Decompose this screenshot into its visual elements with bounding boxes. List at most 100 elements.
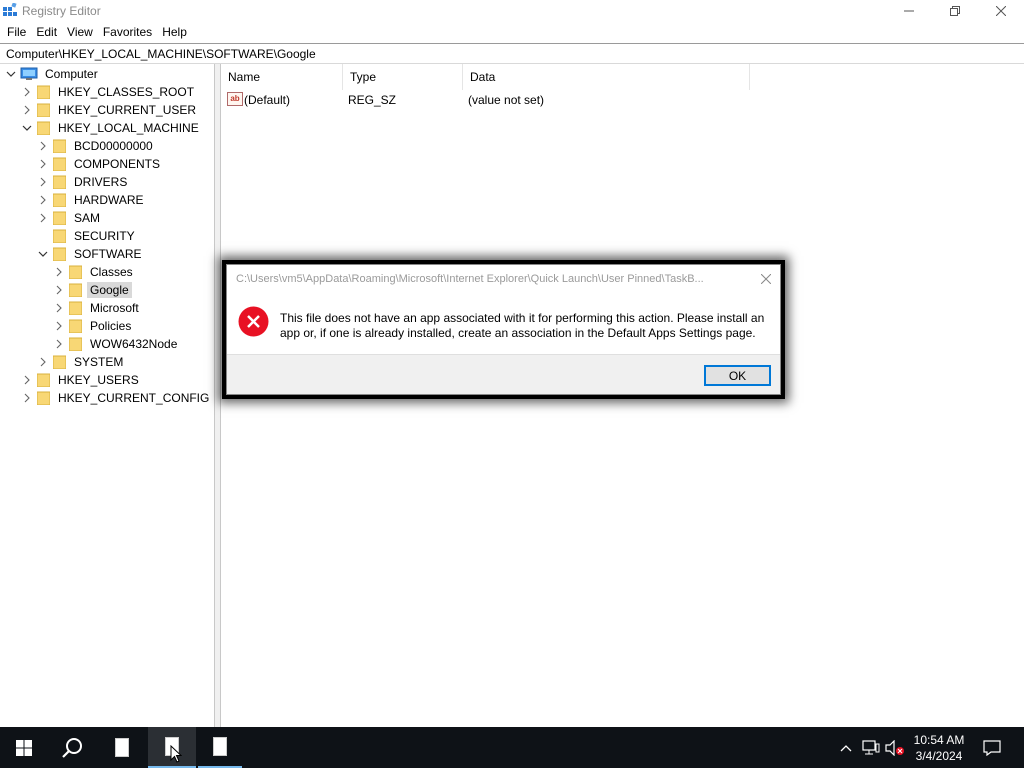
- chevron-right-icon[interactable]: [54, 267, 64, 277]
- error-dialog: C:\Users\vm5\AppData\Roaming\Microsoft\I…: [226, 264, 781, 395]
- network-button[interactable]: [860, 727, 882, 768]
- taskbar: 10:54 AM 3/4/2024: [0, 727, 1024, 768]
- menu-file[interactable]: File: [2, 22, 31, 42]
- string-value-icon: ab: [227, 92, 243, 106]
- menu-help[interactable]: Help: [157, 22, 192, 42]
- column-header-data[interactable]: Data: [463, 64, 750, 90]
- tree-item-components[interactable]: COMPONENTS: [38, 155, 163, 173]
- column-header-type[interactable]: Type: [343, 64, 463, 90]
- tree-label: SYSTEM: [74, 355, 124, 369]
- start-button[interactable]: [0, 727, 48, 768]
- chevron-right-icon[interactable]: [22, 393, 32, 403]
- chevron-right-icon[interactable]: [38, 141, 48, 151]
- tree-item-software[interactable]: SOFTWARE: [38, 245, 145, 263]
- tree-item-sam[interactable]: SAM: [38, 209, 103, 227]
- folder-icon: [53, 139, 66, 153]
- address-path[interactable]: Computer\HKEY_LOCAL_MACHINE\SOFTWARE\Goo…: [6, 47, 316, 61]
- search-button[interactable]: [48, 727, 96, 768]
- clock[interactable]: 10:54 AM 3/4/2024: [906, 732, 972, 764]
- folder-icon: [37, 391, 50, 405]
- tree-item-hkey-current-user[interactable]: HKEY_CURRENT_USER: [22, 101, 199, 119]
- folder-icon: [69, 301, 82, 315]
- chevron-right-icon[interactable]: [22, 105, 32, 115]
- folder-icon: [37, 373, 50, 387]
- chevron-right-icon[interactable]: [22, 375, 32, 385]
- tree-label: HKEY_CLASSES_ROOT: [58, 85, 195, 99]
- table-row[interactable]: ab (Default) REG_SZ (value not set): [221, 90, 781, 110]
- folder-icon: [69, 265, 82, 279]
- folder-icon: [53, 247, 66, 261]
- close-button[interactable]: [978, 0, 1024, 22]
- notification-icon: [983, 739, 1001, 756]
- taskbar-file-2[interactable]: [148, 727, 196, 768]
- value-data: (value not set): [468, 93, 545, 107]
- tree-item-classes[interactable]: Classes: [54, 263, 136, 281]
- taskbar-file-1[interactable]: [98, 727, 146, 768]
- restore-icon: [950, 6, 960, 16]
- chevron-right-icon[interactable]: [54, 339, 64, 349]
- tree-label: Policies: [90, 319, 132, 333]
- tree-item-hkey-users[interactable]: HKEY_USERS: [22, 371, 142, 389]
- tree-label: HARDWARE: [74, 193, 144, 207]
- notifications-button[interactable]: [976, 727, 1008, 768]
- chevron-right-icon[interactable]: [38, 177, 48, 187]
- tree-item-hkey-current-config[interactable]: HKEY_CURRENT_CONFIG: [22, 389, 212, 407]
- chevron-right-icon[interactable]: [38, 195, 48, 205]
- chevron-down-icon[interactable]: [6, 69, 16, 79]
- tree-label: HKEY_CURRENT_USER: [58, 103, 197, 117]
- minimize-button[interactable]: [886, 0, 932, 22]
- restore-button[interactable]: [932, 0, 978, 22]
- chevron-up-icon: [840, 744, 852, 751]
- tree-item-drivers[interactable]: DRIVERS: [38, 173, 130, 191]
- tree-item-policies[interactable]: Policies: [54, 317, 134, 335]
- tree-label: Computer: [45, 67, 98, 81]
- chevron-right-icon[interactable]: [54, 303, 64, 313]
- ok-button[interactable]: OK: [704, 365, 771, 386]
- window-title: Registry Editor: [22, 4, 101, 18]
- tree-item-computer[interactable]: Computer: [6, 65, 101, 83]
- tree-label: BCD00000000: [74, 139, 153, 153]
- tree-label: Microsoft: [90, 301, 139, 315]
- taskbar-file-3[interactable]: [198, 727, 242, 768]
- menu-favorites[interactable]: Favorites: [98, 22, 157, 42]
- chevron-right-icon[interactable]: [22, 87, 32, 97]
- tree-item-bcd[interactable]: BCD00000000: [38, 137, 156, 155]
- address-bar[interactable]: Computer\HKEY_LOCAL_MACHINE\SOFTWARE\Goo…: [0, 43, 1024, 64]
- tree-label: SAM: [74, 211, 101, 225]
- tree-label: DRIVERS: [74, 175, 128, 189]
- column-header-name[interactable]: Name: [221, 64, 343, 90]
- search-icon: [62, 737, 82, 758]
- tree-item-hardware[interactable]: HARDWARE: [38, 191, 147, 209]
- tree-item-hkey-classes-root[interactable]: HKEY_CLASSES_ROOT: [22, 83, 197, 101]
- chevron-right-icon[interactable]: [38, 159, 48, 169]
- folder-icon: [37, 85, 50, 99]
- chevron-right-icon[interactable]: [54, 285, 64, 295]
- tree-pane[interactable]: Computer HKEY_CLASSES_ROOT HKEY_CURRENT_…: [0, 64, 215, 727]
- dialog-close-button[interactable]: [757, 271, 775, 287]
- tree-item-wow6432node[interactable]: WOW6432Node: [54, 335, 180, 353]
- chevron-right-icon[interactable]: [54, 321, 64, 331]
- file-icon: [213, 737, 227, 756]
- value-name: (Default): [244, 93, 291, 107]
- tree-item-google[interactable]: Google: [54, 281, 132, 299]
- show-hidden-icons-button[interactable]: [836, 727, 856, 768]
- file-icon: [115, 738, 129, 757]
- tree-label: COMPONENTS: [74, 157, 161, 171]
- menu-view[interactable]: View: [62, 22, 98, 42]
- close-icon: [996, 6, 1006, 16]
- tree-label: WOW6432Node: [90, 337, 178, 351]
- chevron-down-icon[interactable]: [38, 249, 48, 259]
- tree-item-microsoft[interactable]: Microsoft: [54, 299, 142, 317]
- clock-time: 10:54 AM: [913, 733, 965, 747]
- chevron-right-icon[interactable]: [38, 213, 48, 223]
- chevron-right-icon[interactable]: [38, 357, 48, 367]
- chevron-down-icon[interactable]: [22, 123, 32, 133]
- volume-button[interactable]: [884, 727, 906, 768]
- menu-bar: File Edit View Favorites Help: [0, 22, 1024, 42]
- menu-edit[interactable]: Edit: [31, 22, 62, 42]
- tree-item-hkey-local-machine[interactable]: HKEY_LOCAL_MACHINE: [22, 119, 202, 137]
- folder-icon: [37, 103, 50, 117]
- tree-item-system[interactable]: SYSTEM: [38, 353, 126, 371]
- tree-item-security[interactable]: SECURITY: [38, 227, 138, 245]
